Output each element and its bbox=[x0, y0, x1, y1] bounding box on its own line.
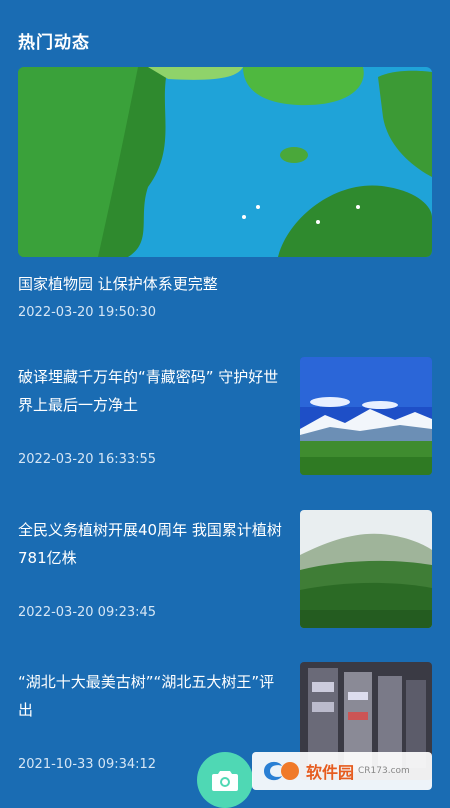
watermark-text: 软件园 bbox=[306, 763, 355, 782]
news-time: 2022-03-20 09:23:45 bbox=[18, 605, 157, 620]
news-title[interactable]: “湖北十大最美古树”“湖北五大树王”评出 bbox=[18, 668, 283, 724]
news-title[interactable]: 破译埋藏千万年的“青藏密码” 守护好世界上最后一方净土 bbox=[18, 363, 283, 419]
featured-image[interactable] bbox=[18, 67, 432, 257]
news-item[interactable]: 破译埋藏千万年的“青藏密码” 守护好世界上最后一方净土 2022-03-20 1… bbox=[0, 357, 450, 477]
news-thumbnail[interactable] bbox=[300, 510, 432, 628]
featured-title[interactable]: 国家植物园 让保护体系更完整 bbox=[18, 273, 218, 294]
watermark: 软件园 CR173.com bbox=[252, 752, 432, 790]
news-item[interactable]: 全民义务植树开展40周年 我国累计植树781亿株 2022-03-20 09:2… bbox=[0, 510, 450, 630]
watermark-logo-icon bbox=[264, 761, 299, 781]
news-time: 2022-03-20 16:33:55 bbox=[18, 452, 157, 467]
camera-icon bbox=[212, 771, 238, 791]
news-title[interactable]: 全民义务植树开展40周年 我国累计植树781亿株 bbox=[18, 516, 283, 572]
section-title: 热门动态 bbox=[18, 33, 90, 53]
watermark-sub: CR173.com bbox=[358, 766, 410, 776]
featured-time: 2022-03-20 19:50:30 bbox=[18, 305, 157, 320]
news-time: 2021-10-33 09:34:12 bbox=[18, 757, 157, 772]
news-thumbnail[interactable] bbox=[300, 357, 432, 475]
